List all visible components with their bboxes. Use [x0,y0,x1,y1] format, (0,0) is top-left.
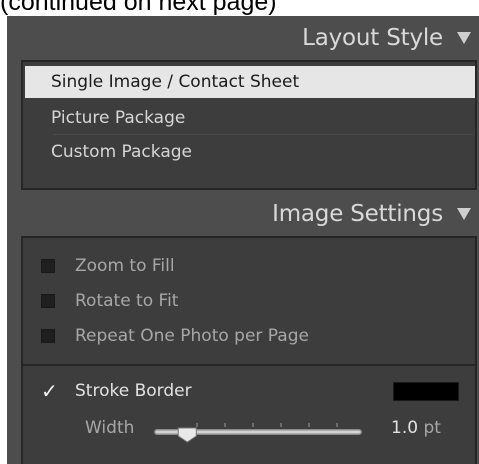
stroke-width-unit: pt [423,418,441,438]
image-settings-title: Image Settings [272,201,443,227]
print-module-right-panel: Layout Style Single Image / Contact Shee… [7,16,479,464]
section-divider [23,364,475,366]
repeat-one-photo-checkbox[interactable] [41,329,55,343]
slider-ticks [196,423,338,427]
checkmark-icon[interactable]: ✓ [41,379,58,403]
layout-option-custom-package[interactable]: Custom Package [25,136,475,168]
slider-thumb-icon[interactable] [177,427,197,443]
rotate-to-fit-checkbox[interactable] [41,294,55,308]
option-label: Zoom to Fill [75,256,175,276]
width-label: Width [85,418,135,438]
image-settings-body: Zoom to Fill Rotate to Fit Repeat One Ph… [21,236,477,464]
page-caption: (continued on next page) [0,0,277,16]
collapse-triangle-icon[interactable] [457,208,471,220]
layout-option-label: Custom Package [51,142,192,162]
stroke-width-value: 1.0 pt [391,418,441,438]
rotate-to-fit-option[interactable]: Rotate to Fit [41,285,178,317]
list-separator [53,134,473,135]
zoom-to-fill-checkbox[interactable] [41,259,55,273]
zoom-to-fill-option[interactable]: Zoom to Fill [41,250,175,282]
layout-option-single-image-contact-sheet[interactable]: Single Image / Contact Sheet [25,66,475,98]
repeat-one-photo-option[interactable]: Repeat One Photo per Page [41,320,309,352]
option-label: Rotate to Fit [75,291,179,311]
option-label: Repeat One Photo per Page [75,326,309,346]
collapse-triangle-icon[interactable] [457,32,471,44]
stroke-border-option[interactable]: ✓ Stroke Border [41,375,192,407]
option-label: Stroke Border [75,381,192,401]
layout-option-label: Single Image / Contact Sheet [51,72,300,92]
layout-style-header[interactable]: Layout Style [7,16,479,60]
layout-option-picture-package[interactable]: Picture Package [25,102,475,134]
layout-style-list: Single Image / Contact Sheet Picture Pac… [21,60,477,190]
layout-option-label: Picture Package [51,108,186,128]
stroke-width-slider[interactable] [153,418,363,444]
stroke-width-number: 1.0 [391,418,419,438]
stroke-color-swatch[interactable] [393,382,459,401]
image-settings-header[interactable]: Image Settings [7,192,479,236]
layout-style-title: Layout Style [302,25,443,51]
